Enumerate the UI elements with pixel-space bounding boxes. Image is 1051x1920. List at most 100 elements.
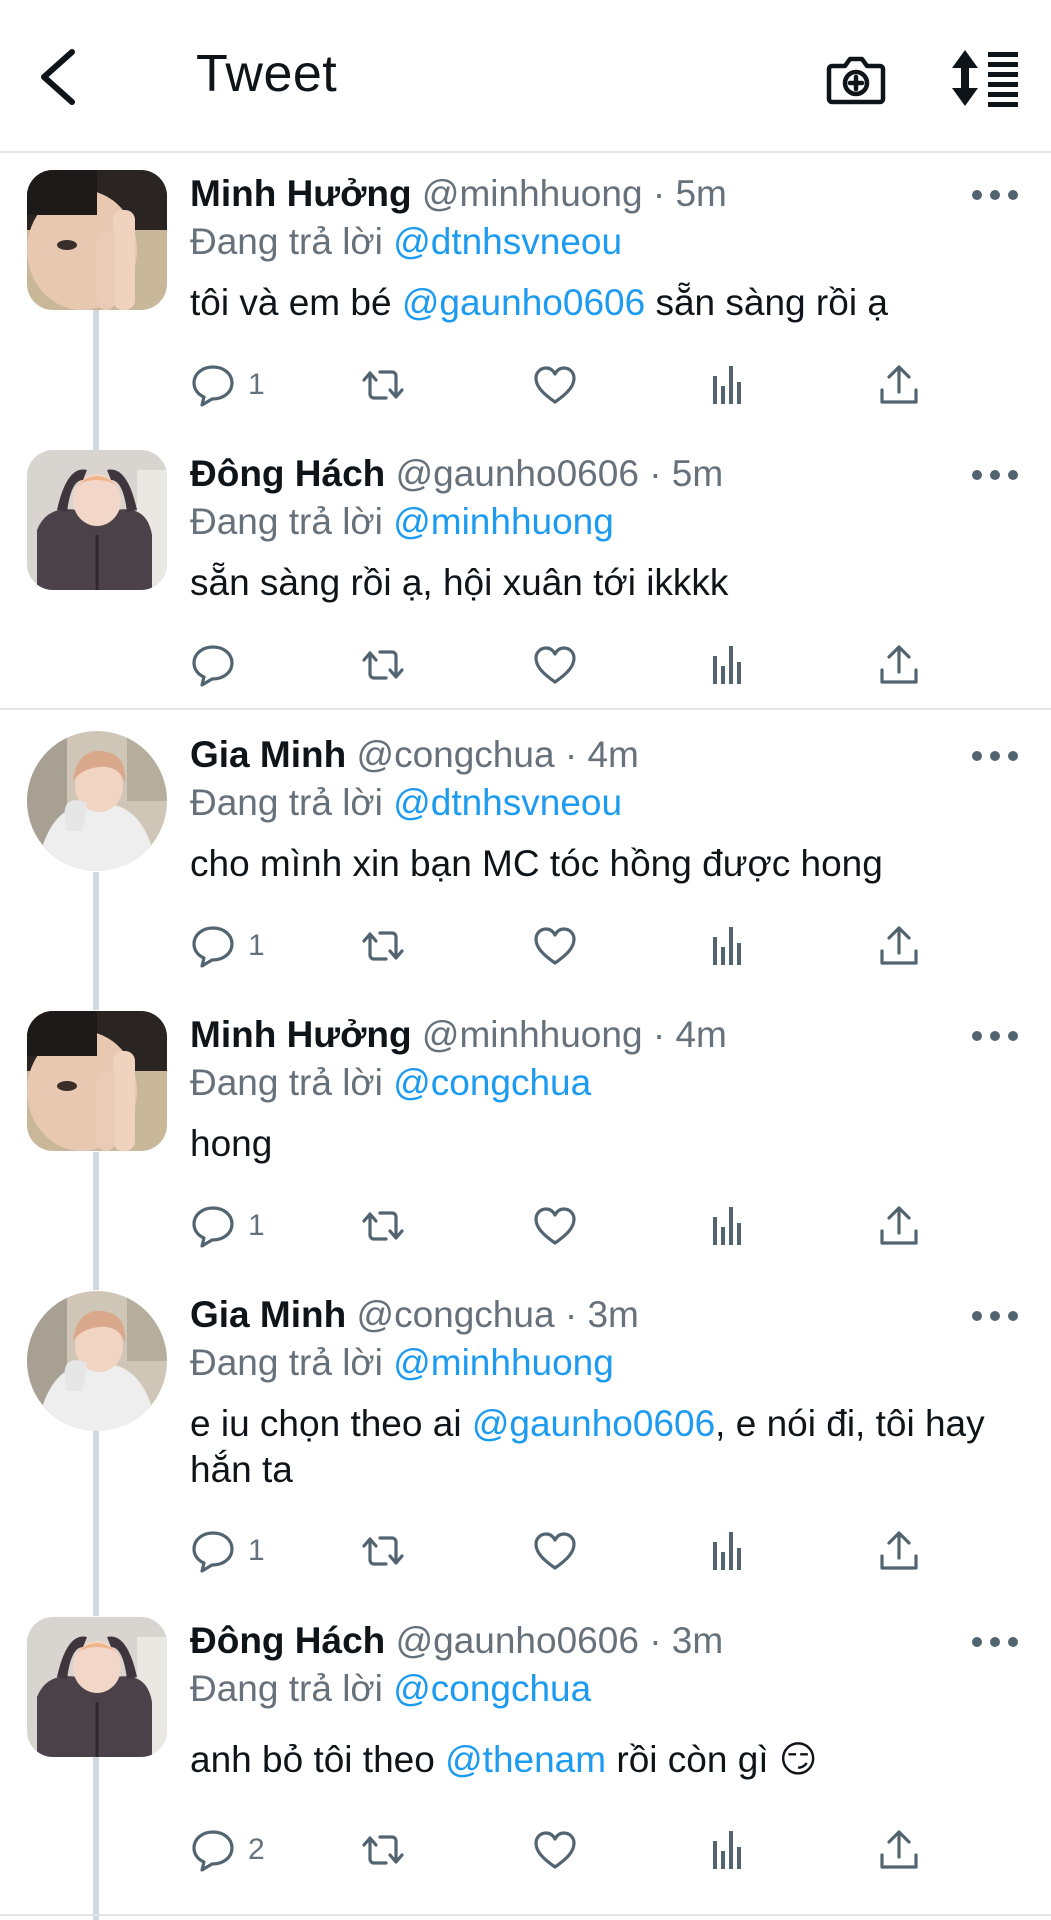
views-button[interactable] <box>704 1526 750 1576</box>
reply-button[interactable]: 2 <box>190 1825 265 1875</box>
timestamp[interactable]: 4m <box>675 1014 726 1055</box>
timestamp[interactable]: 5m <box>675 173 726 214</box>
reply-count: 1 <box>248 929 265 962</box>
mention-link[interactable]: @gaunho0606 <box>472 1403 715 1444</box>
author-name[interactable]: Gia Minh <box>190 1294 346 1335</box>
retweet-button[interactable] <box>360 1825 406 1875</box>
tweet[interactable]: Minh Hưởng @minhhuong · 5m Đang trả lời … <box>0 170 1051 410</box>
tweet[interactable]: Minh Hưởng @minhhuong · 4m Đang trả lời … <box>0 1011 1051 1251</box>
replying-to-mention[interactable]: @congchua <box>393 1062 591 1103</box>
more-button[interactable] <box>970 1029 1020 1045</box>
replying-to: Đang trả lời @minhhuong <box>190 498 614 546</box>
tweet-actions: 2 <box>190 1825 970 1875</box>
more-button[interactable] <box>970 468 1020 484</box>
reply-button[interactable]: 1 <box>190 921 265 971</box>
reply-button[interactable]: 1 <box>190 1201 265 1251</box>
author-name[interactable]: Minh Hưởng <box>190 1014 412 1055</box>
avatar[interactable] <box>27 170 167 310</box>
views-button[interactable] <box>704 360 750 410</box>
share-button[interactable] <box>876 360 922 410</box>
like-button[interactable] <box>532 1201 578 1251</box>
views-button[interactable] <box>704 1825 750 1875</box>
retweet-button[interactable] <box>360 1201 406 1251</box>
more-button[interactable] <box>970 749 1020 765</box>
like-button[interactable] <box>532 1526 578 1576</box>
share-button[interactable] <box>876 640 922 690</box>
tweet[interactable]: Đông Hách @gaunho0606 · 5m Đang trả lời … <box>0 450 1051 690</box>
like-button[interactable] <box>532 1825 578 1875</box>
author-handle[interactable]: @gaunho0606 <box>396 453 639 494</box>
replying-to-mention[interactable]: @minhhuong <box>393 1342 614 1383</box>
share-upload-icon <box>880 926 918 965</box>
thread-separator <box>0 708 1051 710</box>
author-name[interactable]: Đông Hách <box>190 1620 385 1661</box>
reply-button[interactable]: 1 <box>190 1526 265 1576</box>
comment-bubble-icon <box>192 926 234 968</box>
tweet-header: Minh Hưởng @minhhuong · 5m <box>190 170 970 218</box>
tweet-text: e iu chọn theo ai @gaunho0606, e nói đi,… <box>190 1401 1010 1493</box>
sort-button[interactable] <box>950 48 1020 108</box>
separator-dot: · <box>649 1620 662 1661</box>
back-button[interactable] <box>36 46 84 108</box>
retweet-button[interactable] <box>360 1526 406 1576</box>
views-button[interactable] <box>704 1201 750 1251</box>
share-button[interactable] <box>876 1526 922 1576</box>
tweet-actions: 1 <box>190 360 970 410</box>
more-button[interactable] <box>970 188 1020 204</box>
retweet-icon <box>362 650 404 680</box>
views-button[interactable] <box>704 640 750 690</box>
more-button[interactable] <box>970 1309 1020 1325</box>
more-button[interactable] <box>970 1635 1020 1651</box>
share-button[interactable] <box>876 1201 922 1251</box>
author-handle[interactable]: @congchua <box>357 734 555 775</box>
replying-to-mention[interactable]: @congchua <box>393 1668 591 1709</box>
heart-icon <box>534 366 576 404</box>
reply-button[interactable]: 1 <box>190 360 265 410</box>
text-segment: tôi và em bé <box>190 282 402 323</box>
retweet-button[interactable] <box>360 921 406 971</box>
mention-link[interactable]: @thenam <box>445 1739 606 1780</box>
share-upload-icon <box>880 365 918 404</box>
author-handle[interactable]: @congchua <box>357 1294 555 1335</box>
separator-dot: · <box>652 1014 666 1055</box>
tweet[interactable]: Gia Minh @congchua · 4m Đang trả lời @dt… <box>0 731 1051 971</box>
author-handle[interactable]: @minhhuong <box>422 173 643 214</box>
author-name[interactable]: Minh Hưởng <box>190 173 412 214</box>
tweet-header: Gia Minh @congchua · 4m <box>190 731 970 779</box>
avatar[interactable] <box>27 1291 167 1431</box>
timestamp[interactable]: 5m <box>672 453 723 494</box>
tweet-actions: 1 <box>190 921 970 971</box>
like-button[interactable] <box>532 921 578 971</box>
retweet-button[interactable] <box>360 640 406 690</box>
avatar-image <box>27 1617 167 1757</box>
tweet[interactable]: Gia Minh @congchua · 3m Đang trả lời @mi… <box>0 1291 1051 1581</box>
replying-to-mention[interactable]: @minhhuong <box>393 501 614 542</box>
avatar[interactable] <box>27 1011 167 1151</box>
like-button[interactable] <box>532 640 578 690</box>
share-button[interactable] <box>876 921 922 971</box>
timestamp[interactable]: 3m <box>587 1294 638 1335</box>
replying-to-mention[interactable]: @dtnhsvneou <box>393 221 622 262</box>
author-name[interactable]: Đông Hách <box>190 453 385 494</box>
avatar[interactable] <box>27 1617 167 1757</box>
author-name[interactable]: Gia Minh <box>190 734 346 775</box>
replying-to-mention[interactable]: @dtnhsvneou <box>393 782 622 823</box>
replying-to: Đang trả lời @dtnhsvneou <box>190 779 622 827</box>
timestamp[interactable]: 3m <box>672 1620 723 1661</box>
mention-link[interactable]: @gaunho0606 <box>402 282 645 323</box>
share-button[interactable] <box>876 1825 922 1875</box>
bar-chart-icon <box>713 1207 741 1245</box>
author-handle[interactable]: @minhhuong <box>422 1014 643 1055</box>
avatar[interactable] <box>27 731 167 871</box>
views-button[interactable] <box>704 921 750 971</box>
retweet-button[interactable] <box>360 360 406 410</box>
like-button[interactable] <box>532 360 578 410</box>
share-upload-icon <box>880 1830 918 1869</box>
reply-button[interactable] <box>190 640 236 690</box>
timestamp[interactable]: 4m <box>587 734 638 775</box>
tweet[interactable]: Đông Hách @gaunho0606 · 3m Đang trả lời … <box>0 1617 1051 1907</box>
avatar[interactable] <box>27 450 167 590</box>
author-handle[interactable]: @gaunho0606 <box>396 1620 639 1661</box>
reply-count: 1 <box>248 1209 265 1242</box>
camera-button[interactable] <box>826 48 886 108</box>
